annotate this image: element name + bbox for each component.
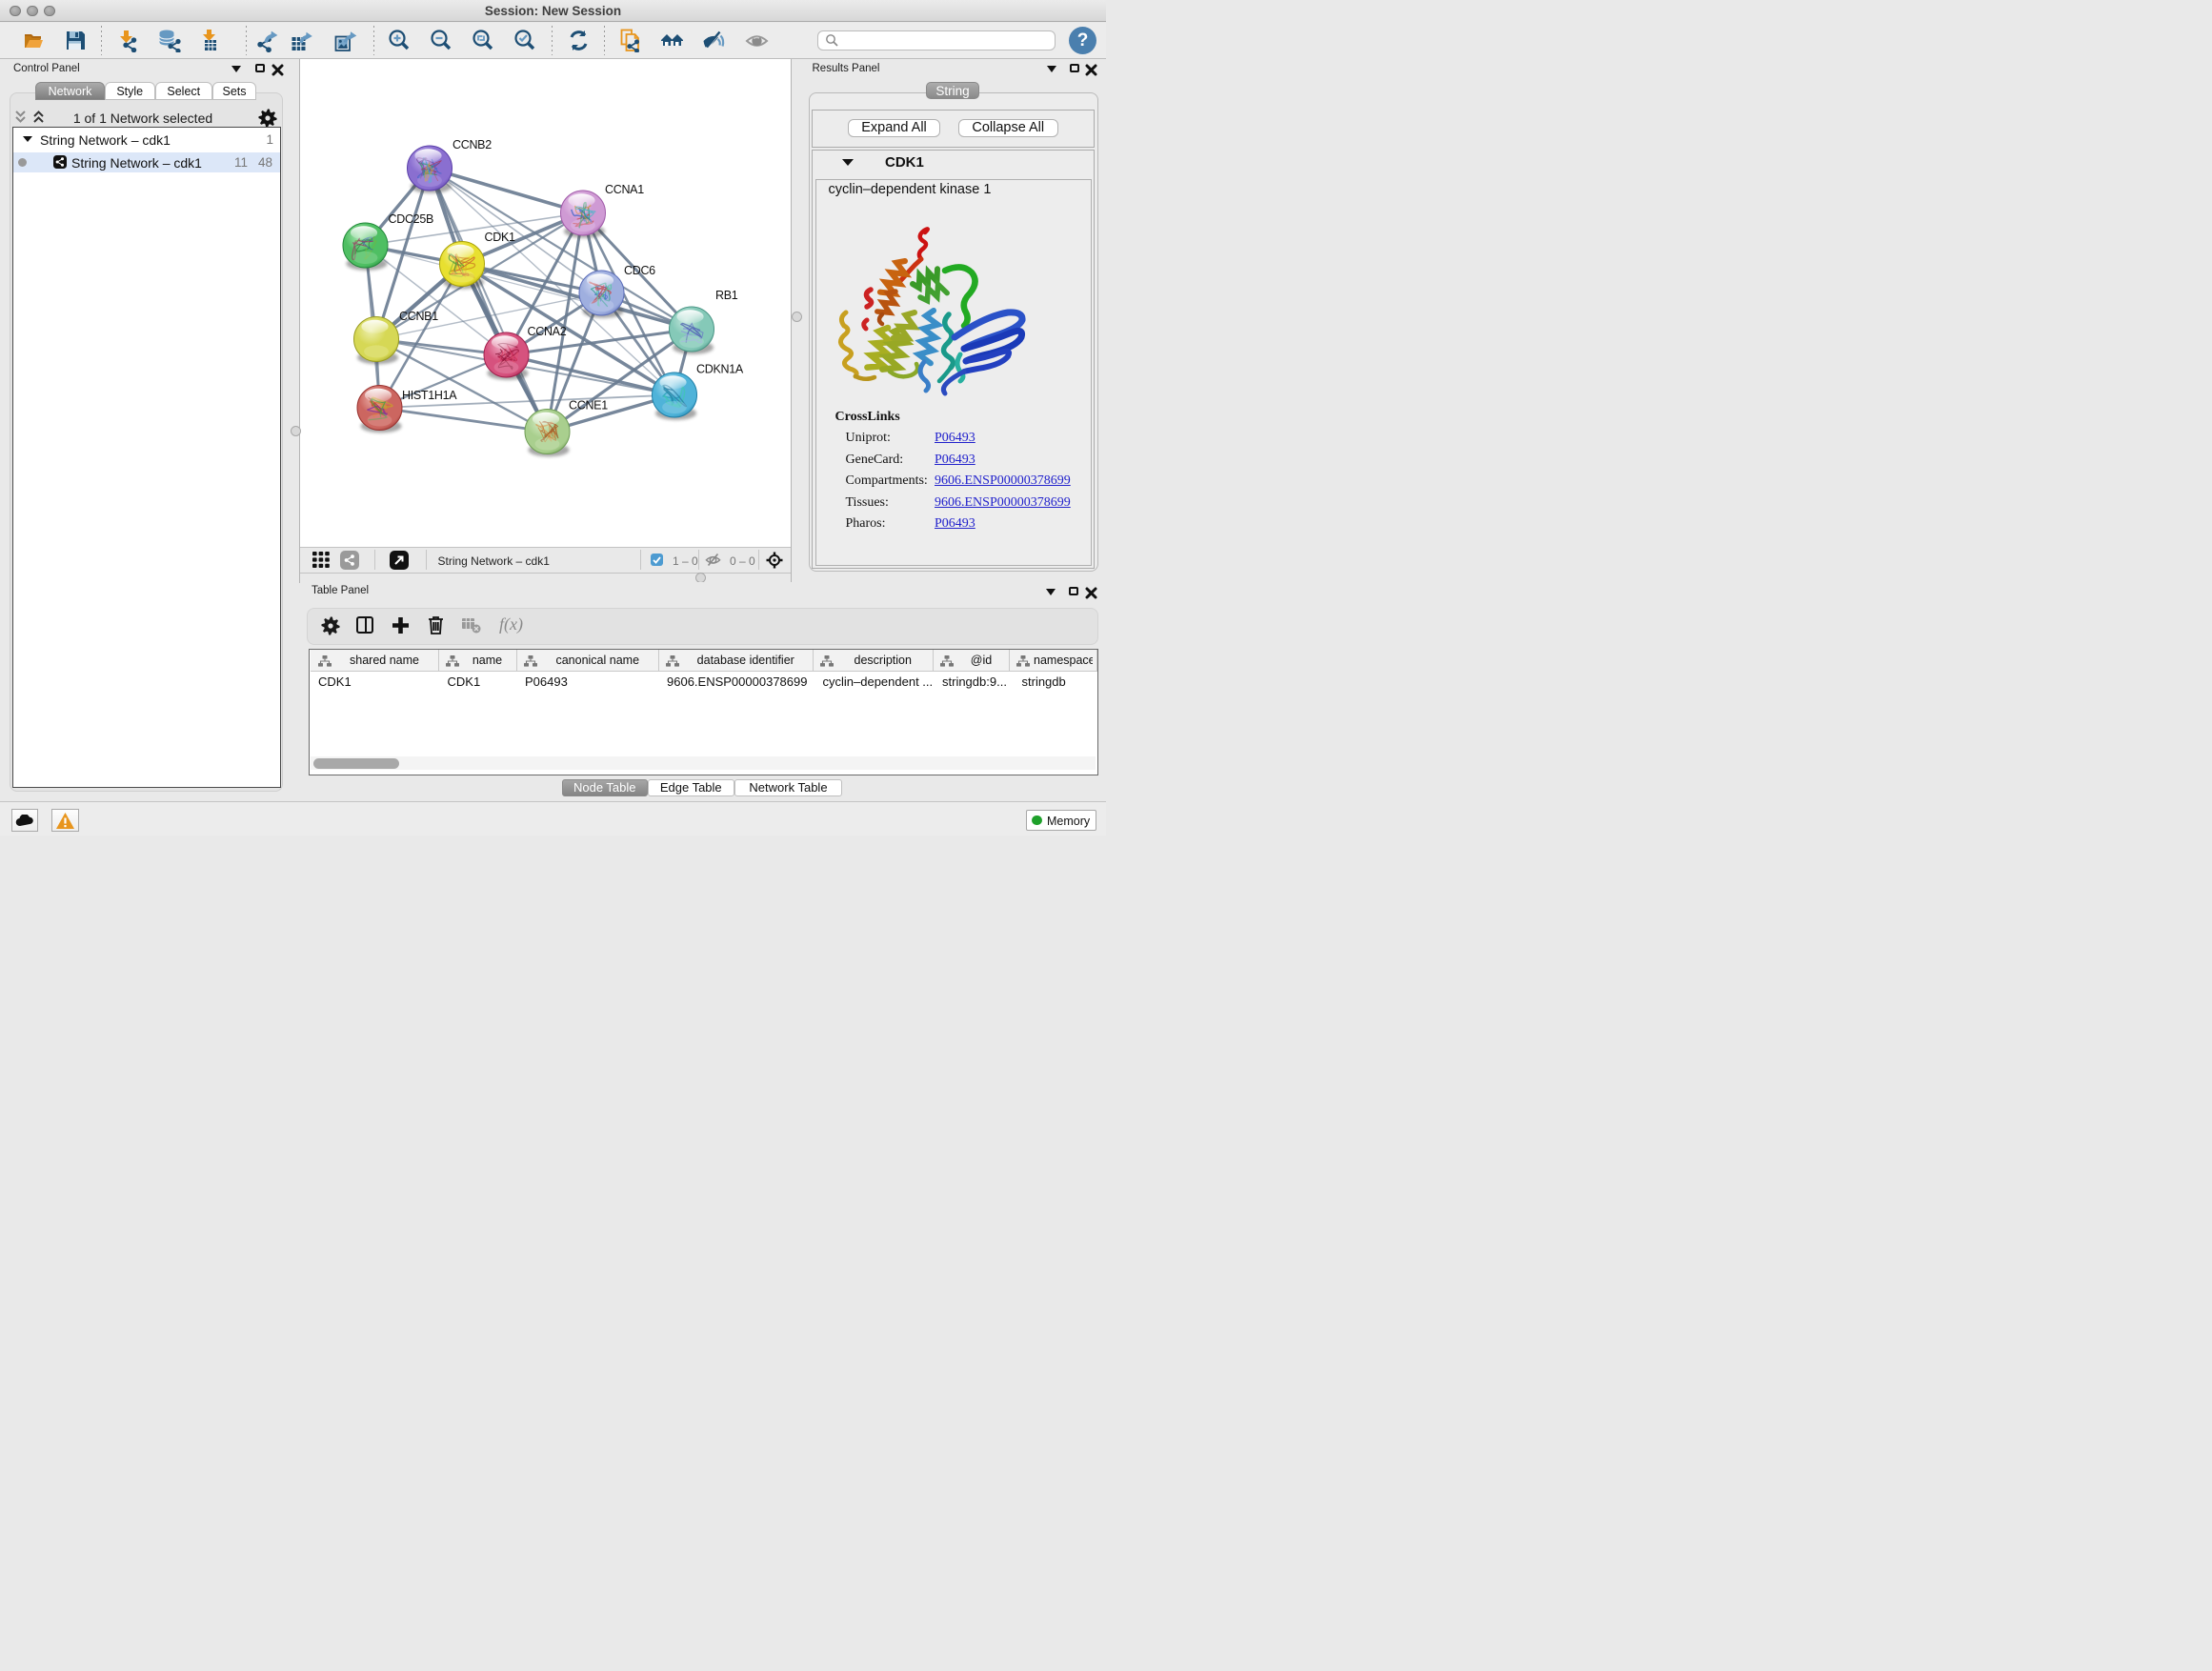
- svg-text:CCNA1: CCNA1: [605, 183, 644, 196]
- svg-text:CDKN1A: CDKN1A: [696, 362, 744, 375]
- svg-text:CCNA2: CCNA2: [528, 325, 567, 338]
- svg-text:RB1: RB1: [715, 289, 738, 302]
- svg-text:CDC6: CDC6: [624, 264, 655, 277]
- svg-text:HIST1H1A: HIST1H1A: [402, 389, 457, 402]
- svg-text:CCNB1: CCNB1: [399, 310, 438, 323]
- svg-text:CCNB2: CCNB2: [452, 138, 492, 151]
- svg-text:CDK1: CDK1: [485, 231, 515, 244]
- svg-text:CDC25B: CDC25B: [389, 212, 434, 226]
- svg-text:CCNE1: CCNE1: [569, 398, 608, 412]
